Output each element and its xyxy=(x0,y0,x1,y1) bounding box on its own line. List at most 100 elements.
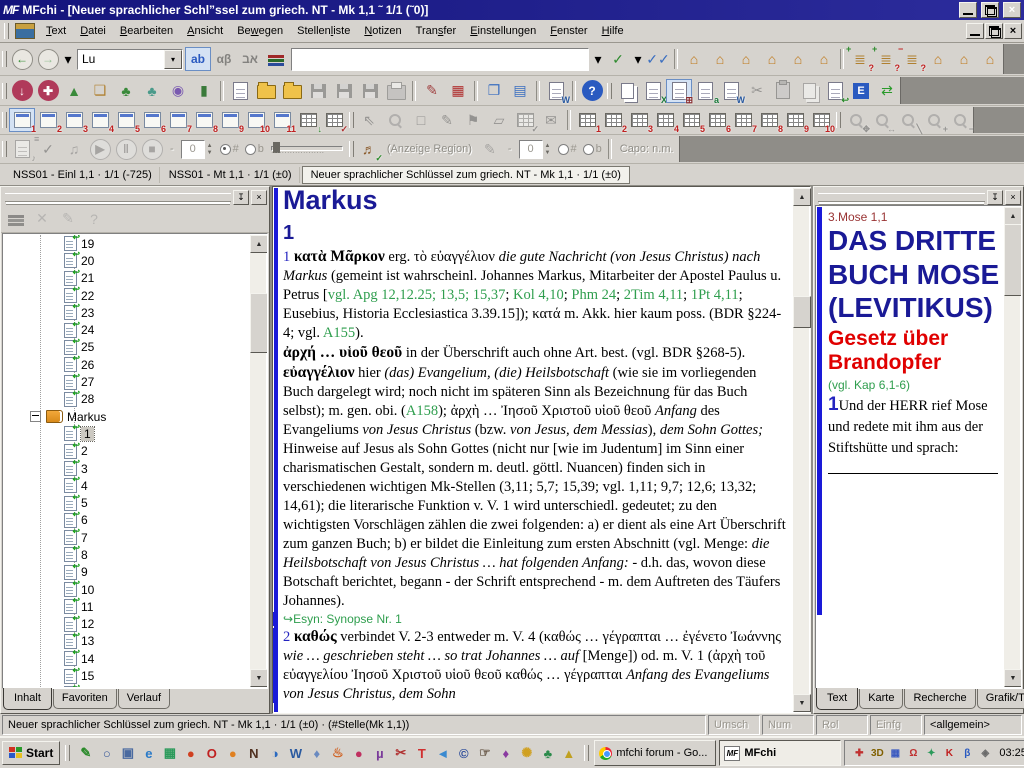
taskbar-window-chrome[interactable]: mfchi forum - Go... xyxy=(594,740,716,766)
bible-scrollbar-thumb[interactable] xyxy=(1004,224,1022,296)
open-button[interactable] xyxy=(253,79,279,103)
tree-scrollbar-thumb[interactable] xyxy=(250,293,268,353)
list-add-query-button[interactable]: ≣?+ xyxy=(847,47,873,71)
save-button[interactable] xyxy=(305,79,331,103)
flag-icon[interactable]: ⚑ xyxy=(460,108,486,132)
zoom-in-button[interactable]: + xyxy=(921,108,947,132)
view-layout-8-button[interactable]: 8 xyxy=(191,108,217,132)
stop-button[interactable]: ■ xyxy=(139,137,165,161)
list-remove-query-button[interactable]: ≣?− xyxy=(899,47,925,71)
folder-button[interactable] xyxy=(279,79,305,103)
tree-node-chapter[interactable]: ↩12 xyxy=(4,616,250,633)
sharp-radio[interactable]: # xyxy=(220,143,239,155)
scroll-down-icon[interactable]: ▼ xyxy=(1004,669,1022,687)
table-view-8-button[interactable]: 8 xyxy=(756,108,782,132)
help-button[interactable]: ? xyxy=(579,79,605,103)
child-close-button[interactable]: × xyxy=(1004,23,1022,39)
toolbar-grip[interactable] xyxy=(607,83,612,99)
print-button[interactable] xyxy=(383,79,409,103)
tree-node-chapter[interactable]: ↩10 xyxy=(4,581,250,598)
paste-text-button[interactable]: a xyxy=(692,79,718,103)
child-restore-button[interactable] xyxy=(985,23,1003,39)
reference-tab[interactable]: NSS01 - Mt 1,1 · 1/1 (±0) xyxy=(162,167,300,183)
quicklaunch-ball-icon[interactable]: ● xyxy=(180,742,201,764)
cascade-windows-button[interactable]: ❐ xyxy=(481,79,507,103)
close-button[interactable]: × xyxy=(1003,2,1021,18)
tree-node-chapter[interactable]: ↩13 xyxy=(4,633,250,650)
chevron-down-icon[interactable]: ▾ xyxy=(164,50,182,69)
quicklaunch-mu-icon[interactable]: µ xyxy=(369,742,390,764)
reference-tab[interactable]: Neuer sprachlicher Schlüssel zum griech.… xyxy=(302,166,630,184)
tree-node-chapter[interactable]: ↩6 xyxy=(4,512,250,529)
right-panel-close-icon[interactable]: × xyxy=(1005,190,1021,205)
tab-karte[interactable]: Karte xyxy=(859,689,903,709)
slider-thumb[interactable] xyxy=(273,142,280,153)
quicklaunch-java-icon[interactable]: ♨ xyxy=(327,742,348,764)
toolbar-grip[interactable] xyxy=(349,141,354,157)
nav-forward-button[interactable]: → xyxy=(35,47,61,71)
tray-display-icon[interactable]: ▦ xyxy=(887,745,903,761)
tree-search-icon[interactable]: ♣ xyxy=(139,79,165,103)
region-edit-icon[interactable]: ✎ xyxy=(477,137,503,161)
table-check-icon[interactable]: ✓ xyxy=(512,108,538,132)
scroll-up-icon[interactable]: ▲ xyxy=(1004,207,1022,225)
toolbar-grip[interactable] xyxy=(2,112,7,128)
menu-item-datei[interactable]: Datei xyxy=(73,22,113,40)
parallel-text-3-button[interactable]: ⌂ xyxy=(733,47,759,71)
quicklaunch-word-icon[interactable]: W xyxy=(285,742,306,764)
restore-button[interactable] xyxy=(981,2,999,18)
toolbar-grip[interactable] xyxy=(2,51,7,67)
tray-3d-icon[interactable]: 3D xyxy=(869,745,885,761)
bible-text-view[interactable]: 3.Mose 1,1 DAS DRITTE BUCH MOSE (LEVITIK… xyxy=(815,205,1022,689)
tab-inhalt[interactable]: Inhalt xyxy=(3,688,52,710)
tray-k-icon[interactable]: K xyxy=(941,745,957,761)
zoom-pan-button[interactable]: ✥ xyxy=(843,108,869,132)
nav-history-dropdown[interactable]: ▾ xyxy=(61,47,75,71)
go-button[interactable]: ✓ xyxy=(605,47,631,71)
tree-scrollbar[interactable]: ▲ ▼ xyxy=(250,235,266,687)
tree-node-chapter[interactable]: ↩1 xyxy=(4,425,250,442)
refresh-button[interactable]: ⇄ xyxy=(874,79,900,103)
reference-dropdown[interactable]: ▾ xyxy=(591,47,605,71)
document-scrollbar-thumb[interactable] xyxy=(793,296,811,328)
paste-button[interactable] xyxy=(770,79,796,103)
toolbar-grip[interactable] xyxy=(836,112,841,128)
tree-node-chapter[interactable]: ↩26 xyxy=(4,356,250,373)
view-layout-4-button[interactable]: 4 xyxy=(87,108,113,132)
parallel-text-8-button[interactable]: ⌂ xyxy=(951,47,977,71)
tree-node-chapter[interactable]: ↩16 xyxy=(4,685,250,687)
table-view-6-button[interactable]: 6 xyxy=(704,108,730,132)
draw-pencil-icon[interactable]: ✎ xyxy=(434,108,460,132)
system-menu-icon[interactable] xyxy=(15,23,35,39)
view-layout-9-button[interactable]: 9 xyxy=(217,108,243,132)
tree-node-chapter[interactable]: ↩23 xyxy=(4,304,250,321)
tree-node-chapter[interactable]: ↩24 xyxy=(4,321,250,338)
table-view-7-button[interactable]: 7 xyxy=(730,108,756,132)
latin-search-button[interactable]: ab xyxy=(185,47,211,71)
quicklaunch-burst-icon[interactable]: ✺ xyxy=(516,742,537,764)
table-view-4-button[interactable]: 4 xyxy=(652,108,678,132)
select-rect-icon[interactable]: □ xyxy=(408,108,434,132)
notes-icon[interactable]: ♫ xyxy=(61,137,87,161)
right-panel-pin-icon[interactable]: ↧ xyxy=(987,190,1003,205)
menu-item-bearbeiten[interactable]: Bearbeiten xyxy=(113,22,180,40)
quicklaunch-media-icon[interactable]: ◑ xyxy=(264,742,285,764)
tree-node-chapter[interactable]: ↩7 xyxy=(4,529,250,546)
scroll-down-icon[interactable]: ▼ xyxy=(793,694,811,712)
view-layout-6-button[interactable]: 6 xyxy=(139,108,165,132)
spin-up-icon[interactable]: ▲ xyxy=(207,143,213,149)
quicklaunch-music-icon[interactable]: ● xyxy=(348,742,369,764)
tree-node-chapter[interactable]: ↩27 xyxy=(4,373,250,390)
disk-button[interactable] xyxy=(357,79,383,103)
quicklaunch-grip[interactable] xyxy=(65,745,70,761)
reference-input[interactable] xyxy=(291,48,589,71)
transpose-value[interactable]: 0 xyxy=(181,140,205,159)
left-panel-close-icon[interactable]: × xyxy=(251,190,267,205)
tree-node-chapter[interactable]: ↩14 xyxy=(4,650,250,667)
lens-icon[interactable] xyxy=(382,108,408,132)
quicklaunch-delta-icon[interactable]: ▲ xyxy=(558,742,579,764)
tray-bluetooth-icon[interactable]: β xyxy=(959,745,975,761)
eraser-icon[interactable]: ▱ xyxy=(486,108,512,132)
menu-item-text[interactable]: Text xyxy=(39,22,73,40)
book-combo[interactable]: Lu▾ xyxy=(77,49,183,70)
